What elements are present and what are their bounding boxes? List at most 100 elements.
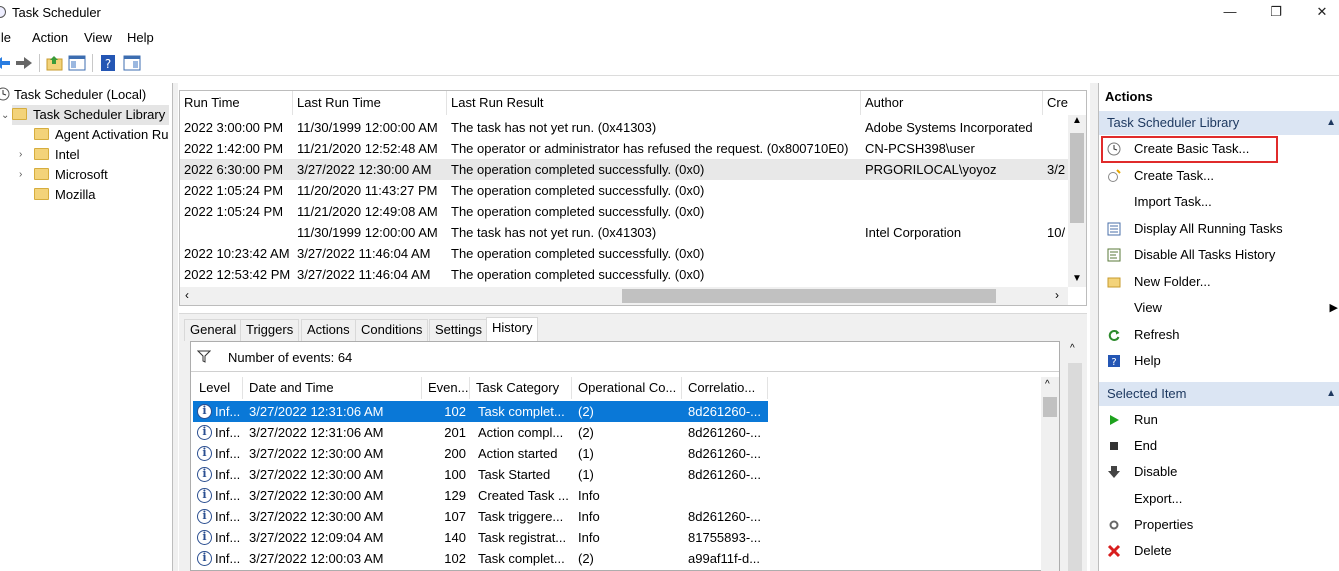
back-icon[interactable] xyxy=(0,53,12,73)
close-button[interactable]: ✕ xyxy=(1299,0,1339,26)
history-cell: 201 xyxy=(444,425,466,440)
history-row[interactable]: i Inf... 3/27/2022 12:30:00 AM 200 Action st… xyxy=(193,443,768,464)
scroll-up-icon[interactable]: ^ xyxy=(1070,343,1075,354)
tab-triggers[interactable]: Triggers xyxy=(240,319,300,341)
menu-file[interactable]: ile xyxy=(0,30,11,45)
section-selected-item[interactable]: Selected Item ▲ xyxy=(1099,382,1339,406)
help-icon[interactable]: ? xyxy=(98,53,118,73)
collapse-arrow-icon[interactable]: ▲ xyxy=(1326,111,1336,135)
scroll-thumb[interactable] xyxy=(1070,133,1084,223)
scroll-left-icon[interactable]: ‹ xyxy=(185,288,189,302)
action-view[interactable]: View ▶ xyxy=(1099,296,1339,320)
scroll-down-icon[interactable]: ▼ xyxy=(1072,273,1082,284)
show-hide-console-tree-icon[interactable] xyxy=(67,53,87,73)
task-row[interactable]: 2022 1:42:00 PM 11/21/2020 12:52:48 AM The… xyxy=(180,138,1068,159)
column-header-event-id[interactable]: Even... xyxy=(422,377,470,399)
task-cell: Intel Corporation xyxy=(865,225,962,240)
scroll-up-icon[interactable]: ^ xyxy=(1045,379,1050,390)
history-row[interactable]: i Inf... 3/27/2022 12:09:04 AM 140 Task regi… xyxy=(193,527,768,548)
task-row[interactable]: 2022 6:30:00 PM 3/27/2022 12:30:00 AM The … xyxy=(180,159,1068,180)
action-disable[interactable]: Disable xyxy=(1099,460,1339,484)
scroll-thumb[interactable] xyxy=(622,289,996,303)
task-cell: 11/21/2020 12:52:48 AM xyxy=(297,141,438,156)
column-header-run-time[interactable]: Run Time xyxy=(180,91,293,115)
task-cell: 2022 1:05:24 PM xyxy=(184,183,284,198)
action-new-folder[interactable]: New Folder... xyxy=(1099,270,1339,294)
tab-general[interactable]: General xyxy=(184,319,243,341)
history-row[interactable]: i Inf... 3/27/2022 12:30:00 AM 100 Task Star… xyxy=(193,464,768,485)
task-row[interactable]: 2022 1:05:24 PM 11/20/2020 11:43:27 PM The… xyxy=(180,180,1068,201)
action-import-task[interactable]: Import Task... xyxy=(1099,190,1339,214)
task-cell: The operation completed successfully. (0… xyxy=(451,162,705,177)
scroll-thumb[interactable] xyxy=(1043,397,1057,417)
tree-item-root[interactable]: Task Scheduler (Local) xyxy=(0,85,146,105)
history-row[interactable]: i Inf... 3/27/2022 12:30:00 AM 107 Task trig… xyxy=(193,506,768,527)
action-end[interactable]: End xyxy=(1099,434,1339,458)
tree-item-microsoft[interactable]: Microsoft xyxy=(34,165,108,185)
action-create-task[interactable]: Create Task... xyxy=(1099,164,1339,188)
column-header-created[interactable]: Cre xyxy=(1043,91,1068,115)
history-row[interactable]: i Inf... 3/27/2022 12:00:03 AM 102 Task comp… xyxy=(193,548,768,569)
show-hide-action-pane-icon[interactable] xyxy=(122,53,142,73)
action-export[interactable]: Export... xyxy=(1099,487,1339,511)
tree-item-intel[interactable]: Intel xyxy=(34,145,80,165)
expand-icon[interactable]: › xyxy=(19,169,22,180)
history-cell: Action compl... xyxy=(478,425,564,440)
collapse-arrow-icon[interactable]: ▲ xyxy=(1326,382,1336,406)
column-header-correlation[interactable]: Correlatio... xyxy=(682,377,768,399)
tab-settings[interactable]: Settings xyxy=(429,319,488,341)
column-header-author[interactable]: Author xyxy=(861,91,1043,115)
menu-help[interactable]: Help xyxy=(127,30,154,45)
action-properties[interactable]: Properties xyxy=(1099,513,1339,537)
tab-history[interactable]: History xyxy=(486,317,539,342)
tab-conditions[interactable]: Conditions xyxy=(355,319,429,341)
pane-splitter[interactable] xyxy=(173,83,178,571)
vertical-scrollbar[interactable]: ▲ ▼ xyxy=(1068,115,1086,287)
tab-actions[interactable]: Actions xyxy=(301,319,356,341)
column-header-last-run-time[interactable]: Last Run Time xyxy=(293,91,447,115)
horizontal-scrollbar[interactable]: ‹ › xyxy=(180,287,1068,305)
tree-item-mozilla[interactable]: Mozilla xyxy=(34,185,95,205)
action-help[interactable]: ? Help xyxy=(1099,349,1339,373)
history-cell: Info xyxy=(578,509,600,524)
pane-splitter[interactable] xyxy=(1090,83,1098,571)
scroll-up-icon[interactable]: ▲ xyxy=(1072,115,1082,126)
action-delete[interactable]: Delete xyxy=(1099,539,1339,563)
minimize-button[interactable]: — xyxy=(1207,0,1253,26)
vertical-scrollbar[interactable]: ^ xyxy=(1041,377,1059,571)
filter-icon[interactable] xyxy=(197,350,211,363)
tree-item-task-scheduler-library[interactable]: Task Scheduler Library xyxy=(12,105,170,125)
column-header-operational-code[interactable]: Operational Co... xyxy=(572,377,682,399)
column-header-last-run-result[interactable]: Last Run Result xyxy=(447,91,861,115)
task-row[interactable]: 2022 3:00:00 PM 11/30/1999 12:00:00 AM The… xyxy=(180,117,1068,138)
history-row[interactable]: i Inf... 3/27/2022 12:31:06 AM 201 Action co… xyxy=(193,422,768,443)
restore-button[interactable]: ❐ xyxy=(1253,0,1299,26)
section-task-scheduler-library[interactable]: Task Scheduler Library ▲ xyxy=(1099,111,1339,135)
details-scrollbar[interactable]: ^ xyxy=(1066,341,1084,571)
column-header-date-time[interactable]: Date and Time xyxy=(243,377,422,399)
task-row[interactable]: 2022 12:53:42 PM 3/27/2022 11:46:04 AM The… xyxy=(180,264,1068,285)
task-row[interactable]: 2022 10:23:42 AM 3/27/2022 11:46:04 AM The… xyxy=(180,243,1068,264)
expand-icon[interactable]: › xyxy=(19,149,22,160)
task-cell: 3/27/2022 12:30:00 AM xyxy=(297,162,432,177)
collapse-icon[interactable]: ⌄ xyxy=(1,110,9,121)
task-row[interactable]: 2022 1:05:24 PM 11/21/2020 12:49:08 AM The… xyxy=(180,201,1068,222)
column-header-level[interactable]: Level xyxy=(193,377,243,399)
scroll-thumb[interactable] xyxy=(1068,363,1082,571)
action-run[interactable]: Run xyxy=(1099,408,1339,432)
up-folder-icon[interactable] xyxy=(45,53,65,73)
tree-item-agent-activation[interactable]: Agent Activation Ru xyxy=(34,125,168,145)
task-cell: 10/ xyxy=(1047,225,1066,240)
action-disable-all-tasks-history[interactable]: Disable All Tasks History xyxy=(1099,243,1339,267)
column-header-task-category[interactable]: Task Category xyxy=(470,377,572,399)
action-refresh[interactable]: Refresh xyxy=(1099,323,1339,347)
forward-icon[interactable] xyxy=(14,53,34,73)
scroll-right-icon[interactable]: › xyxy=(1055,288,1059,302)
action-display-all-running-tasks[interactable]: Display All Running Tasks xyxy=(1099,217,1339,241)
menu-action[interactable]: Action xyxy=(32,30,68,45)
history-row[interactable]: i Inf... 3/27/2022 12:31:06 AM 102 Task comp… xyxy=(193,401,768,422)
menu-view[interactable]: View xyxy=(84,30,112,45)
task-row[interactable]: 11/30/1999 12:00:00 AM The task has not y… xyxy=(180,222,1068,243)
history-row[interactable]: i Inf... 3/27/2022 12:30:00 AM 129 Created T… xyxy=(193,485,768,506)
action-label: Disable xyxy=(1134,464,1178,480)
